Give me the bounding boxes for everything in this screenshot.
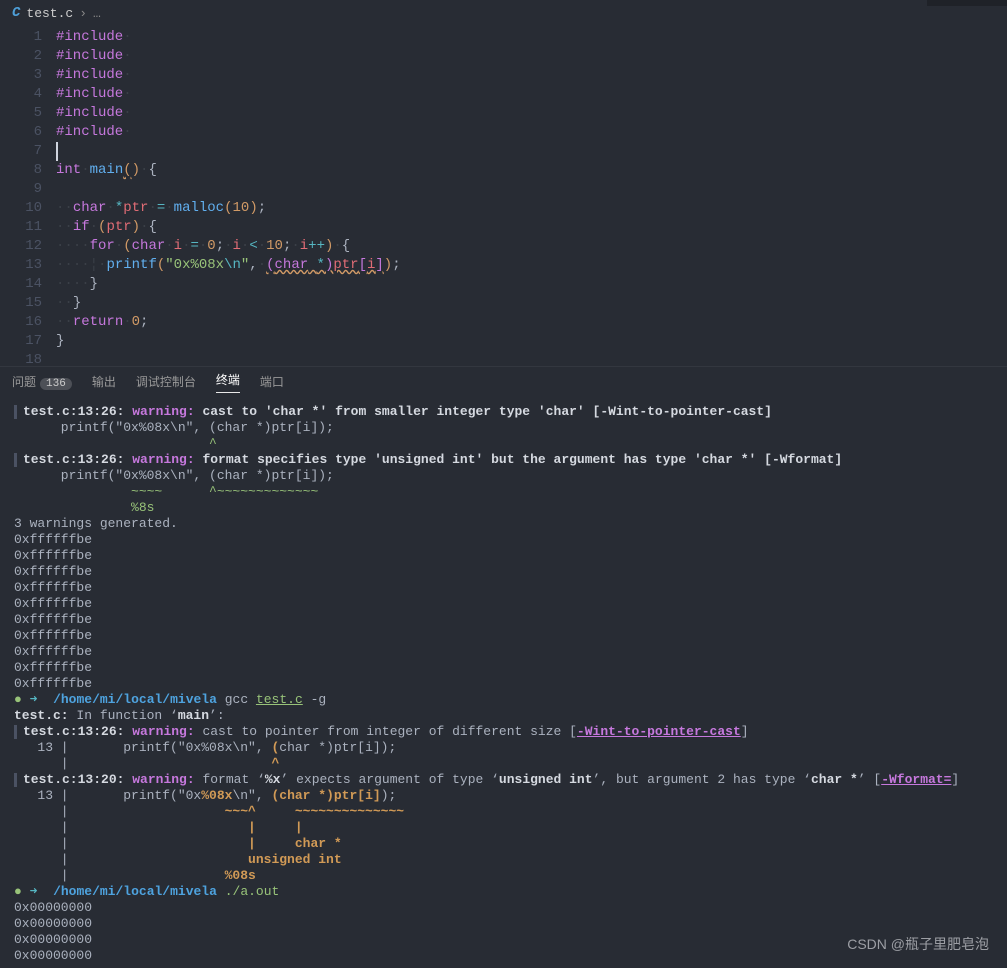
line-number: 1: [0, 28, 42, 47]
terminal-line: test.c:13:20: warning: format ‘%x’ expec…: [14, 772, 993, 788]
code-line[interactable]: #include·: [56, 47, 1007, 66]
terminal-line: 0xffffffbe: [14, 532, 993, 548]
breadcrumb: C test.c › …: [0, 0, 1007, 26]
code-line[interactable]: [56, 180, 1007, 199]
code-line[interactable]: ··return·0;: [56, 313, 1007, 332]
terminal-line: test.c:13:26: warning: cast to 'char *' …: [14, 404, 993, 420]
code-line[interactable]: #include·: [56, 28, 1007, 47]
code-area[interactable]: #include·#include·#include·#include·#inc…: [56, 26, 1007, 366]
line-number: 7: [0, 142, 42, 161]
code-line[interactable]: ····for·(char·i·=·0;·i·<·10;·i++)·{: [56, 237, 1007, 256]
line-number: 17: [0, 332, 42, 351]
terminal-line: 0xffffffbe: [14, 676, 993, 692]
terminal[interactable]: test.c:13:26: warning: cast to 'char *' …: [0, 396, 1007, 964]
problems-badge: 136: [40, 378, 72, 390]
code-line[interactable]: #include·: [56, 104, 1007, 123]
line-number: 16: [0, 313, 42, 332]
code-line[interactable]: ····}: [56, 275, 1007, 294]
line-number: 9: [0, 180, 42, 199]
line-number: 15: [0, 294, 42, 313]
tab-output[interactable]: 输出: [92, 373, 116, 390]
line-number: 14: [0, 275, 42, 294]
terminal-line: 0xffffffbe: [14, 660, 993, 676]
terminal-line: ● ➜ /home/mi/local/mivela ./a.out: [14, 884, 993, 900]
terminal-line: 0x00000000: [14, 900, 993, 916]
breadcrumb-file[interactable]: test.c: [26, 6, 73, 21]
tab-terminal[interactable]: 终端: [216, 371, 240, 393]
line-number: 10: [0, 199, 42, 218]
line-number: 11: [0, 218, 42, 237]
terminal-line: 0xffffffbe: [14, 628, 993, 644]
code-line[interactable]: ··}: [56, 294, 1007, 313]
panel-tabs: 问题136 输出 调试控制台 终端 端口: [0, 366, 1007, 396]
terminal-line: 0xffffffbe: [14, 644, 993, 660]
breadcrumb-sep: ›: [79, 6, 87, 21]
code-line[interactable]: }: [56, 332, 1007, 351]
tab-problems[interactable]: 问题136: [12, 373, 72, 390]
c-lang-icon: C: [12, 5, 20, 21]
editor[interactable]: 123456789101112131415161718 #include·#in…: [0, 26, 1007, 366]
tab-ports[interactable]: 端口: [260, 373, 284, 390]
terminal-line: 0xffffffbe: [14, 564, 993, 580]
terminal-line: test.c:13:26: warning: format specifies …: [14, 452, 993, 468]
terminal-line: test.c:13:26: warning: cast to pointer f…: [14, 724, 993, 740]
line-gutter: 123456789101112131415161718: [0, 26, 56, 366]
terminal-line: printf("0x%08x\n", (char *)ptr[i]);: [14, 420, 993, 436]
code-line[interactable]: #include·: [56, 85, 1007, 104]
line-number: 6: [0, 123, 42, 142]
terminal-line: | %08s: [14, 868, 993, 884]
terminal-line: 0xffffffbe: [14, 548, 993, 564]
topright-border: [927, 0, 1007, 6]
terminal-line: 0xffffffbe: [14, 596, 993, 612]
line-number: 18: [0, 351, 42, 370]
line-number: 13: [0, 256, 42, 275]
terminal-line: 0x00000000: [14, 916, 993, 932]
terminal-line: | ~~~^ ~~~~~~~~~~~~~~: [14, 804, 993, 820]
code-line[interactable]: #include·: [56, 123, 1007, 142]
terminal-line: ~~~~ ^~~~~~~~~~~~~~: [14, 484, 993, 500]
line-number: 12: [0, 237, 42, 256]
terminal-line: 13 | printf("0x%08x\n", (char *)ptr[i]);: [14, 788, 993, 804]
terminal-line: ^: [14, 436, 993, 452]
terminal-line: 0x00000000: [14, 948, 993, 964]
code-line[interactable]: ····¦·printf("0x%08x\n",·(char *)ptr[i])…: [56, 256, 1007, 275]
line-number: 2: [0, 47, 42, 66]
line-number: 5: [0, 104, 42, 123]
code-line[interactable]: [56, 351, 1007, 370]
code-line[interactable]: int·main()·{: [56, 161, 1007, 180]
terminal-line: 13 | printf("0x%08x\n", (char *)ptr[i]);: [14, 740, 993, 756]
line-number: 4: [0, 85, 42, 104]
terminal-line: test.c: In function ‘main’:: [14, 708, 993, 724]
terminal-line: 0xffffffbe: [14, 612, 993, 628]
tab-debug-console[interactable]: 调试控制台: [136, 373, 196, 390]
terminal-line: printf("0x%08x\n", (char *)ptr[i]);: [14, 468, 993, 484]
terminal-line: | unsigned int: [14, 852, 993, 868]
code-line[interactable]: ··if·(ptr)·{: [56, 218, 1007, 237]
terminal-line: 0xffffffbe: [14, 580, 993, 596]
code-line[interactable]: ··char·*ptr·=·malloc(10);: [56, 199, 1007, 218]
line-number: 8: [0, 161, 42, 180]
terminal-line: 3 warnings generated.: [14, 516, 993, 532]
code-line[interactable]: [56, 142, 1007, 161]
terminal-line: | | char *: [14, 836, 993, 852]
watermark: CSDN @瓶子里肥皂泡: [847, 934, 989, 954]
terminal-line: | | |: [14, 820, 993, 836]
breadcrumb-ellipsis: …: [93, 6, 101, 21]
terminal-line: 0x00000000: [14, 932, 993, 948]
terminal-line: %8s: [14, 500, 993, 516]
terminal-line: | ^: [14, 756, 993, 772]
line-number: 3: [0, 66, 42, 85]
code-line[interactable]: #include·: [56, 66, 1007, 85]
terminal-line: ● ➜ /home/mi/local/mivela gcc test.c -g: [14, 692, 993, 708]
